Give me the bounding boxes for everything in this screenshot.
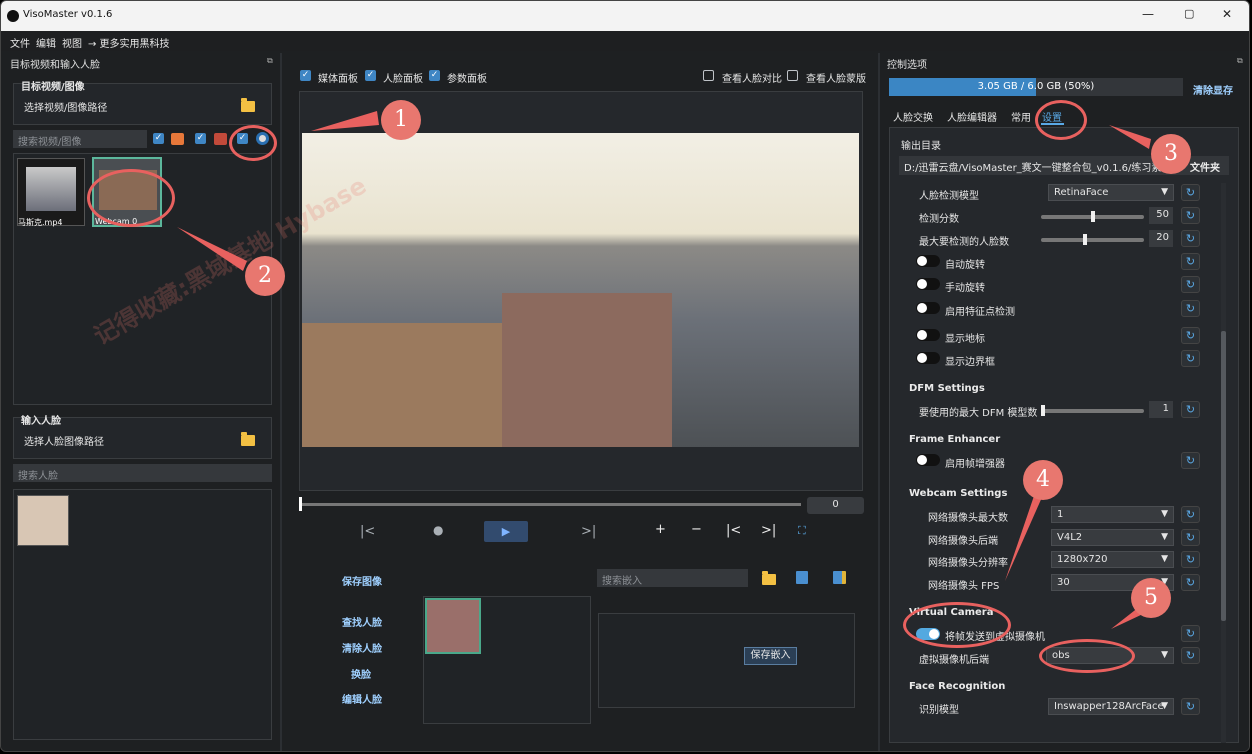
annotation-5: 5 (1131, 578, 1171, 618)
arrow-2 (177, 227, 247, 271)
highlight-settings-tab (1035, 100, 1087, 140)
annotation-1: 1 (381, 100, 421, 140)
annotation-4: 4 (1023, 460, 1063, 500)
highlight-vcam-backend (1039, 639, 1135, 673)
annotation-2: 2 (245, 256, 285, 296)
app-window: VisoMaster v0.1.6 — ▢ ✕ 文件 编辑 视图 → 更多实用黑… (0, 0, 1250, 752)
arrow-3 (1109, 125, 1151, 149)
annotation-3: 3 (1151, 134, 1191, 174)
highlight-virtual-camera (903, 602, 1011, 648)
highlight-webcam-filter (229, 125, 277, 161)
arrow-4 (1005, 493, 1043, 581)
highlight-webcam-thumb (87, 169, 175, 227)
arrow-1 (311, 111, 379, 131)
